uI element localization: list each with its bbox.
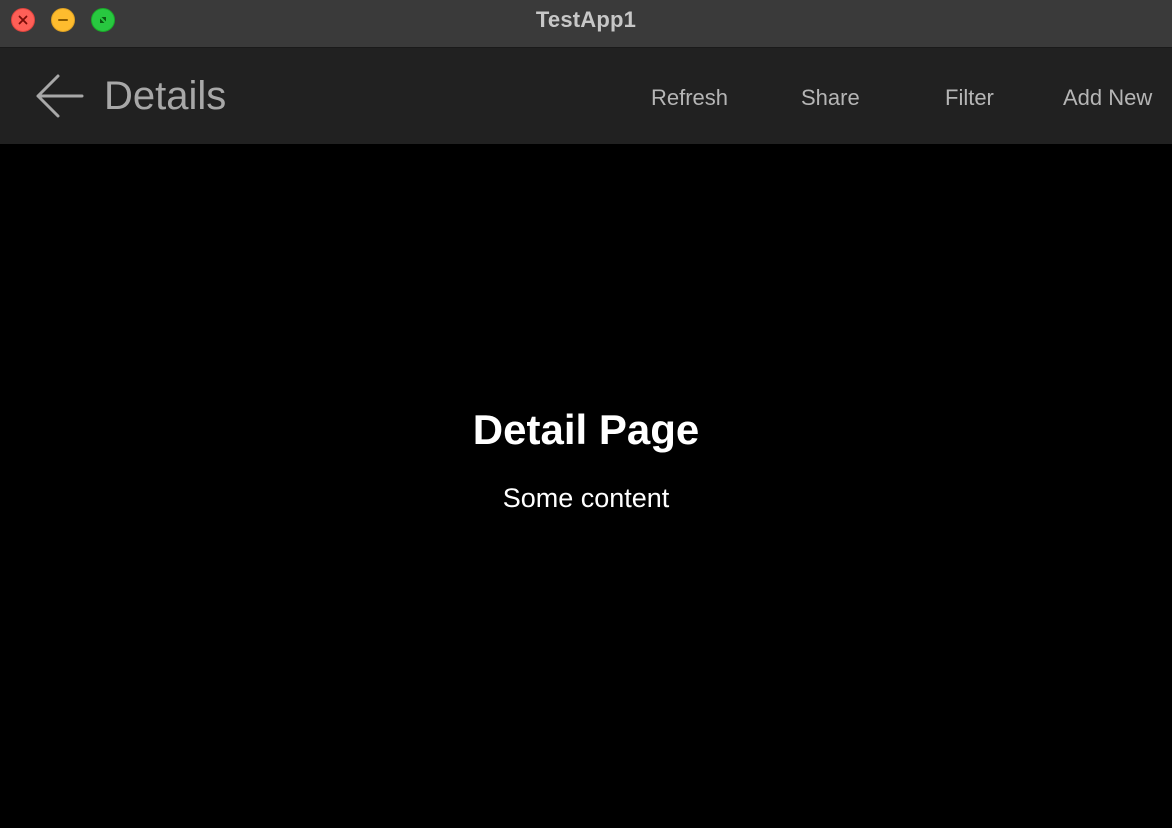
- content-text: Some content: [502, 483, 670, 513]
- title-bar[interactable]: TestApp1: [0, 0, 1172, 48]
- filter-button[interactable]: Filter: [945, 48, 994, 148]
- content-heading: Detail Page: [472, 406, 700, 453]
- navigation-bar: Details Refresh Share Filter Add New: [0, 48, 1172, 144]
- refresh-button[interactable]: Refresh: [651, 48, 728, 148]
- arrow-left-icon: [36, 74, 84, 118]
- main-content: Detail Page Some content: [0, 144, 1172, 828]
- page-title: Details: [104, 74, 227, 118]
- share-button[interactable]: Share: [801, 48, 860, 148]
- add-new-button[interactable]: Add New: [1063, 48, 1152, 148]
- app-window: TestApp1 Details Refresh Share Filter Ad…: [0, 0, 1172, 828]
- window-title: TestApp1: [535, 7, 637, 32]
- back-button[interactable]: [30, 70, 90, 122]
